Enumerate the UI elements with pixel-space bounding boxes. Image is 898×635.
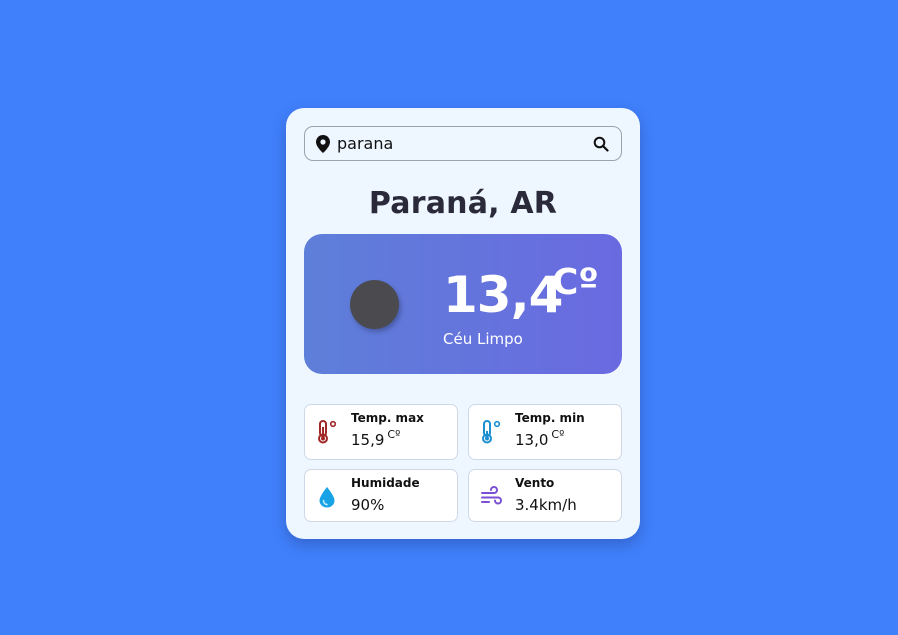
thermometer-hot-icon bbox=[316, 420, 338, 444]
location-pin-icon bbox=[316, 134, 330, 153]
search-input[interactable] bbox=[337, 128, 587, 159]
search-icon[interactable] bbox=[593, 136, 609, 152]
weather-icon bbox=[350, 280, 399, 329]
thermometer-cold-icon bbox=[480, 420, 502, 444]
weather-card: Paraná, AR 13,4 Cº Céu Limpo Temp. max 1… bbox=[286, 108, 640, 539]
humidity-label: Humidade bbox=[351, 476, 420, 490]
city-name: Paraná, AR bbox=[368, 186, 558, 221]
temp-max-unit: Cº bbox=[387, 428, 401, 441]
current-weather-panel: 13,4 Cº Céu Limpo bbox=[304, 234, 622, 374]
weather-description: Céu Limpo bbox=[443, 330, 523, 348]
wind-label: Vento bbox=[515, 476, 555, 490]
temp-max-value: 15,9 Cº bbox=[351, 428, 401, 449]
temp-max-label: Temp. max bbox=[351, 411, 424, 425]
humidity-tile: Humidade 90% bbox=[304, 469, 458, 522]
temp-min-unit: Cº bbox=[551, 428, 565, 441]
temp-max-tile: Temp. max 15,9 Cº bbox=[304, 404, 458, 460]
current-temperature: 13,4 bbox=[443, 266, 563, 324]
humidity-value: 90% bbox=[351, 496, 385, 514]
temperature-unit: Cº bbox=[552, 262, 599, 303]
water-drop-icon bbox=[316, 485, 338, 509]
wind-tile: Vento 3.4km/h bbox=[468, 469, 622, 522]
temp-min-value: 13,0 Cº bbox=[515, 428, 565, 449]
temp-min-tile: Temp. min 13,0 Cº bbox=[468, 404, 622, 460]
search-bar bbox=[304, 126, 622, 161]
temp-min-label: Temp. min bbox=[515, 411, 585, 425]
wind-icon bbox=[480, 485, 502, 509]
wind-value: 3.4km/h bbox=[515, 496, 577, 514]
